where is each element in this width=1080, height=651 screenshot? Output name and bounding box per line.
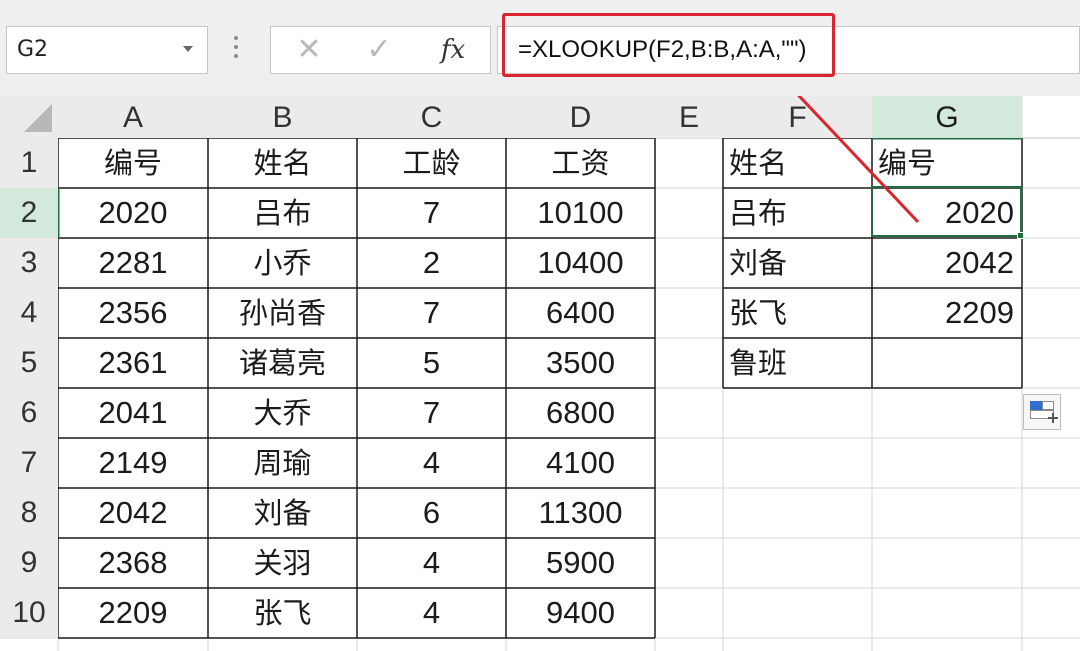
formula-highlight-box xyxy=(502,13,835,77)
formula-bar-resize-handle[interactable] xyxy=(232,36,240,62)
annotation-arrow xyxy=(797,96,920,224)
insert-function-button[interactable]: fx xyxy=(431,27,475,73)
spreadsheet-grid[interactable]: A B C D E F G 1 2 3 4 5 6 7 8 9 10 编号 姓名 工龄 工资 2020 吕布 7 10100 2… xyxy=(0,96,1080,651)
name-box[interactable]: G2 xyxy=(6,26,208,74)
enter-icon[interactable]: ✓ xyxy=(359,27,399,73)
cancel-icon[interactable]: ✕ xyxy=(289,27,329,73)
formula-buttons: ✕ ✓ fx xyxy=(270,26,491,74)
chevron-down-icon[interactable] xyxy=(183,46,193,52)
name-box-value: G2 xyxy=(17,37,49,62)
